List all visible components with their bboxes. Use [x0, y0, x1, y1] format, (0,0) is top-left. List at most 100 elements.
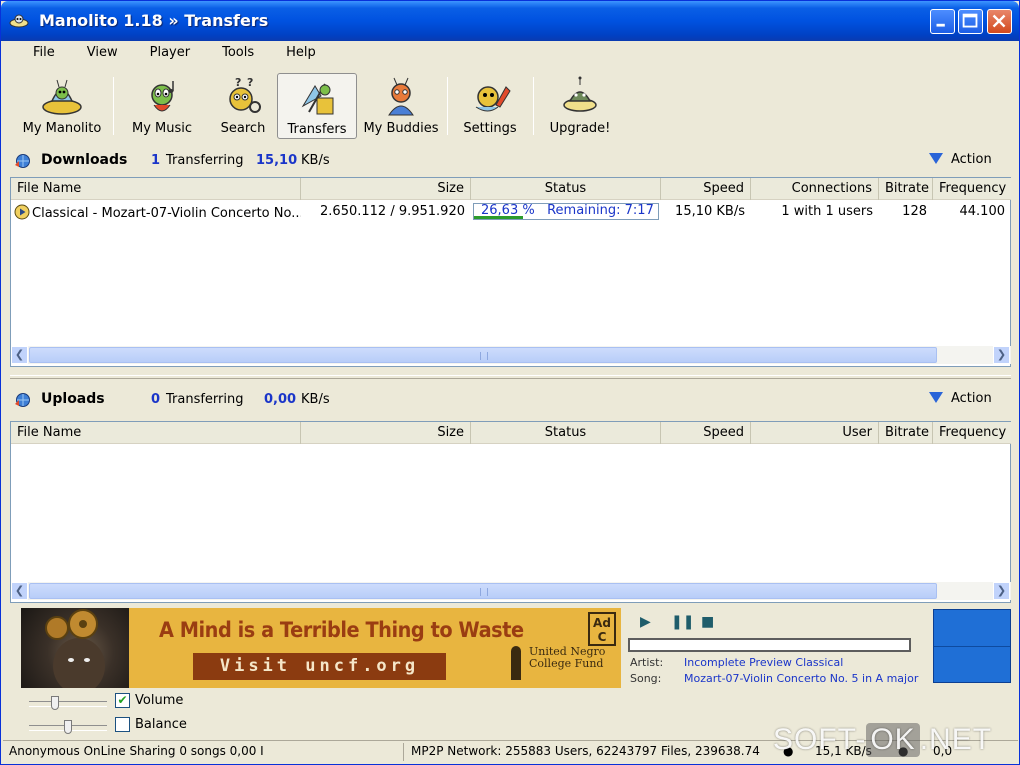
download-globe-icon — [15, 154, 30, 168]
svg-text:?: ? — [247, 76, 253, 89]
downloads-count: 1 — [151, 153, 161, 168]
visualizer-line — [934, 646, 1010, 647]
ad-banner[interactable]: A Mind is a Terrible Thing to Waste Visi… — [21, 608, 621, 694]
status-divider — [403, 743, 404, 761]
scrollbar-thumb[interactable] — [29, 347, 937, 363]
column-speed[interactable]: Speed — [661, 422, 751, 444]
uploads-action-button[interactable]: Action — [929, 391, 992, 406]
balance-label: Balance — [135, 717, 187, 732]
column-frequency[interactable]: Frequency — [933, 178, 1011, 200]
downloads-table: File Name Size Status Speed Connections … — [10, 177, 1011, 367]
column-file-name[interactable]: File Name — [11, 178, 301, 200]
menu-file[interactable]: File — [11, 43, 63, 60]
column-bitrate[interactable]: Bitrate — [879, 178, 933, 200]
seek-bar[interactable] — [628, 638, 911, 652]
volume-slider[interactable] — [29, 696, 107, 710]
toolbar-separator — [533, 77, 534, 135]
alien-ufo-icon — [9, 14, 29, 28]
alien-music-icon — [151, 81, 174, 112]
uploads-speed: 0,00 — [264, 392, 297, 407]
toolbar: My Manolito My Music ? ? Search Transfer… — [11, 71, 1011, 141]
table-row[interactable]: Classical - Mozart-07-Violin Concerto No… — [11, 201, 1011, 223]
column-file-name[interactable]: File Name — [11, 422, 301, 444]
triangle-down-icon — [929, 153, 943, 164]
toolbar-separator — [113, 77, 114, 135]
player-panel: ▶ ❚❚ ■ Artist: Incomplete Preview Classi… — [626, 608, 919, 688]
minimize-button[interactable] — [930, 9, 955, 34]
toolbar-my-music-button[interactable]: My Music — [119, 73, 205, 139]
stop-icon[interactable]: ■ — [701, 614, 714, 630]
scroll-right-arrow-icon[interactable]: ❯ — [993, 582, 1010, 600]
column-size[interactable]: Size — [301, 178, 471, 200]
row-bitrate: 128 — [902, 204, 927, 219]
column-bitrate[interactable]: Bitrate — [879, 422, 933, 444]
toolbar-my-buddies-button[interactable]: My Buddies — [361, 73, 441, 139]
column-status[interactable]: Status — [471, 178, 661, 200]
uploads-action-label: Action — [951, 391, 992, 406]
watermark-right: .NET — [919, 723, 993, 756]
row-frequency: 44.100 — [959, 204, 1006, 219]
scroll-left-arrow-icon[interactable]: ❮ — [11, 346, 28, 364]
scroll-left-arrow-icon[interactable]: ❮ — [11, 582, 28, 600]
downloads-action-button[interactable]: Action — [929, 152, 992, 167]
toolbar-transfers-button[interactable]: Transfers — [277, 73, 357, 139]
toolbar-my-manolito-label: My Manolito — [22, 121, 102, 136]
transfers-icon — [301, 83, 334, 115]
triangle-down-icon — [929, 392, 943, 403]
downloads-transferring-label: Transferring — [166, 153, 244, 168]
downloads-header: Downloads 1 Transferring 15,10 KB/s Acti… — [11, 147, 1011, 175]
toolbar-settings-label: Settings — [463, 121, 517, 136]
column-speed[interactable]: Speed — [661, 178, 751, 200]
menu-help[interactable]: Help — [262, 43, 324, 60]
column-status[interactable]: Status — [471, 422, 661, 444]
column-size[interactable]: Size — [301, 422, 471, 444]
minimize-icon — [936, 23, 945, 27]
pause-icon[interactable]: ❚❚ — [671, 614, 694, 630]
column-frequency[interactable]: Frequency — [933, 422, 1011, 444]
window-title: Manolito 1.18 » Transfers — [39, 11, 269, 30]
toolbar-search-button[interactable]: ? ? Search — [205, 73, 281, 139]
grip-icon — [480, 588, 488, 596]
toolbar-upgrade-label: Upgrade! — [549, 121, 611, 136]
toolbar-settings-button[interactable]: Settings — [455, 73, 525, 139]
alien-search-icon: ? ? — [229, 76, 261, 113]
artist-value: Incomplete Preview Classical — [684, 656, 844, 669]
column-user[interactable]: User — [751, 422, 879, 444]
slider-thumb[interactable] — [64, 720, 72, 734]
menu-tools[interactable]: Tools — [198, 43, 262, 60]
scrollbar-thumb[interactable] — [29, 583, 937, 599]
slider-thumb[interactable] — [51, 696, 59, 710]
volume-checkbox[interactable]: ✔ — [115, 693, 130, 708]
toolbar-search-label: Search — [220, 121, 266, 136]
uploads-horizontal-scrollbar[interactable]: ❮ ❯ — [11, 582, 1011, 600]
ad-visit-link[interactable]: Visit uncf.org — [193, 653, 446, 680]
menu-bar: File View Player Tools Help — [11, 43, 324, 65]
row-status-text: 26,63 % Remaining: 7:17 — [481, 203, 654, 218]
close-button[interactable] — [987, 9, 1012, 34]
uploads-count: 0 — [151, 392, 161, 407]
status-sharing: Anonymous OnLine Sharing 0 songs 0,00 I — [9, 744, 264, 758]
menu-view[interactable]: View — [63, 43, 126, 60]
uncf-line2: College Fund — [529, 657, 604, 670]
app-window: Manolito 1.18 » Transfers File View Player… — [0, 0, 1020, 765]
child-with-film-reel-image — [45, 609, 105, 694]
row-file-name: Classical - Mozart-07-Violin Concerto No… — [32, 206, 301, 221]
toolbar-my-manolito-button[interactable]: My Manolito — [15, 73, 109, 139]
column-connections[interactable]: Connections — [751, 178, 879, 200]
menu-player[interactable]: Player — [126, 43, 198, 60]
row-status-percent: 26,63 % — [481, 203, 535, 218]
close-icon — [992, 14, 1006, 28]
checkmark-icon: ✔ — [117, 693, 128, 707]
play-icon[interactable]: ▶ — [640, 614, 651, 630]
uploads-column-header: File Name Size Status Speed User Bitrate… — [11, 422, 1011, 444]
balance-checkbox[interactable] — [115, 717, 130, 732]
scroll-right-arrow-icon[interactable]: ❯ — [993, 346, 1010, 364]
balance-slider[interactable] — [29, 720, 107, 734]
maximize-button[interactable] — [958, 9, 983, 34]
downloads-horizontal-scrollbar[interactable]: ❮ ❯ — [11, 346, 1011, 364]
alien-buddies-icon — [388, 77, 414, 116]
uploads-speed-unit: KB/s — [301, 392, 330, 407]
pane-splitter[interactable] — [10, 375, 1011, 379]
title-bar[interactable]: Manolito 1.18 » Transfers — [1, 1, 1019, 41]
toolbar-upgrade-button[interactable]: Upgrade! — [541, 73, 619, 139]
